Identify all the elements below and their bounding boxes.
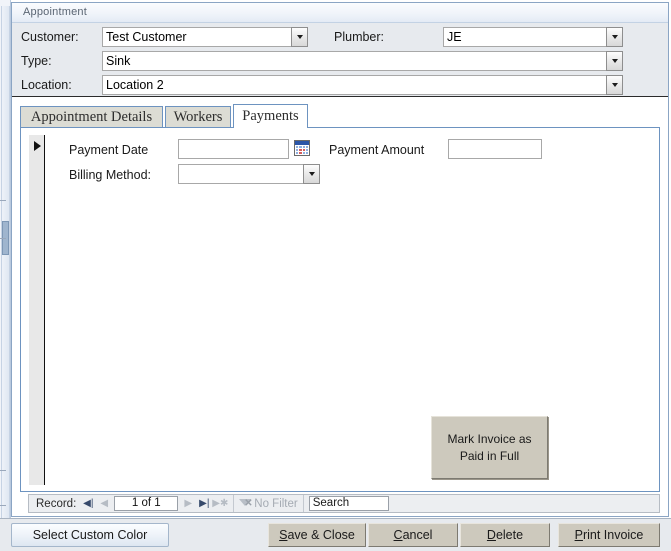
- delete-accel: D: [486, 528, 496, 542]
- tab-appointment-details[interactable]: Appointment Details: [20, 106, 163, 128]
- access-form-screenshot: Appointment Customer: Test Customer Plum…: [0, 0, 671, 551]
- payment-date-input[interactable]: [178, 139, 289, 159]
- customer-row: Customer: Test Customer Plumber: JE: [12, 27, 668, 49]
- type-label: Type:: [21, 54, 52, 68]
- cancel-accel: C: [393, 528, 403, 542]
- chevron-down-icon[interactable]: [303, 164, 320, 184]
- payments-tab-page: Payment Date Payment Amount Billing Meth…: [20, 127, 660, 492]
- chevron-down-icon[interactable]: [606, 51, 623, 71]
- plumber-value[interactable]: JE: [443, 27, 606, 47]
- background-window-strip: [0, 0, 11, 551]
- select-custom-color-button[interactable]: Select Custom Color: [11, 523, 169, 547]
- background-scrollbar[interactable]: [1, 6, 10, 546]
- payment-amount-input[interactable]: [448, 139, 542, 159]
- payment-amount-label: Payment Amount: [329, 143, 425, 157]
- payments-detail-section: Payment Date Payment Amount Billing Meth…: [29, 135, 653, 485]
- appointment-form-window: Appointment Customer: Test Customer Plum…: [11, 2, 669, 517]
- form-titlebar: Appointment: [12, 3, 668, 23]
- delete-button[interactable]: Delete: [460, 523, 550, 547]
- billing-method-label: Billing Method:: [69, 168, 151, 182]
- form-title: Appointment: [23, 6, 87, 18]
- new-record-icon[interactable]: ▶✱: [212, 495, 228, 512]
- location-label: Location:: [21, 78, 72, 92]
- payments-detail-body: Payment Date Payment Amount Billing Meth…: [46, 135, 653, 485]
- record-nav-label: Record:: [36, 497, 77, 510]
- search-input[interactable]: Search: [308, 496, 389, 511]
- customer-combobox[interactable]: Test Customer: [102, 27, 308, 47]
- record-position-input[interactable]: 1 of 1: [114, 496, 179, 511]
- type-combobox[interactable]: Sink: [102, 51, 623, 71]
- type-row: Type: Sink: [12, 51, 668, 73]
- mark-invoice-line1: Mark Invoice as: [447, 431, 532, 446]
- cancel-button[interactable]: Cancel: [368, 523, 458, 547]
- chevron-down-icon[interactable]: [606, 75, 623, 95]
- command-button-bar: Select Custom Color Save & Close Cancel …: [0, 518, 671, 551]
- previous-record-icon[interactable]: ◀: [96, 495, 112, 512]
- tab-strip: Appointment Details Workers Payments: [20, 104, 660, 128]
- filter-icon: ✕: [239, 498, 253, 510]
- filter-status[interactable]: ✕ No Filter: [239, 497, 298, 510]
- print-rest: rint Invoice: [582, 528, 644, 542]
- payment-date-label: Payment Date: [69, 143, 149, 157]
- form-header-section: Customer: Test Customer Plumber: JE Type…: [12, 23, 668, 97]
- calendar-icon[interactable]: [294, 140, 310, 156]
- plumber-label: Plumber:: [334, 30, 385, 44]
- print-invoice-button[interactable]: Print Invoice: [558, 523, 660, 547]
- billing-method-value[interactable]: [178, 164, 303, 184]
- last-record-icon[interactable]: ▶|: [196, 495, 212, 512]
- type-value[interactable]: Sink: [102, 51, 606, 71]
- next-record-icon[interactable]: ▶: [180, 495, 196, 512]
- customer-value[interactable]: Test Customer: [102, 27, 291, 47]
- save-and-close-button[interactable]: Save & Close: [268, 523, 366, 547]
- customer-label: Customer:: [21, 30, 79, 44]
- save-rest: ave & Close: [287, 528, 355, 542]
- first-record-icon[interactable]: ◀|: [80, 495, 96, 512]
- tab-workers[interactable]: Workers: [165, 106, 231, 128]
- cancel-rest: ancel: [402, 528, 433, 542]
- record-navigation-bar: Record: ◀| ◀ 1 of 1 ▶ ▶| ▶✱ ✕ No Filter …: [28, 494, 660, 513]
- mark-invoice-line2: Paid in Full: [459, 448, 520, 463]
- location-combobox[interactable]: Location 2: [102, 75, 623, 95]
- tab-control: Appointment Details Workers Payments Pay…: [20, 104, 660, 492]
- nav-divider: [233, 495, 235, 512]
- mark-invoice-paid-button[interactable]: Mark Invoice as Paid in Full: [431, 416, 548, 479]
- delete-rest: elete: [495, 528, 524, 542]
- print-accel: P: [574, 528, 583, 542]
- location-row: Location: Location 2: [12, 75, 668, 97]
- plumber-combobox[interactable]: JE: [443, 27, 623, 47]
- tab-payments[interactable]: Payments: [233, 104, 308, 128]
- nav-divider-2: [302, 495, 304, 512]
- chevron-down-icon[interactable]: [606, 27, 623, 47]
- record-selector-column[interactable]: [29, 135, 45, 485]
- record-arrow-icon: [34, 141, 41, 151]
- billing-method-combobox[interactable]: [178, 164, 320, 184]
- filter-label: No Filter: [254, 497, 298, 510]
- location-value[interactable]: Location 2: [102, 75, 606, 95]
- chevron-down-icon[interactable]: [291, 27, 308, 47]
